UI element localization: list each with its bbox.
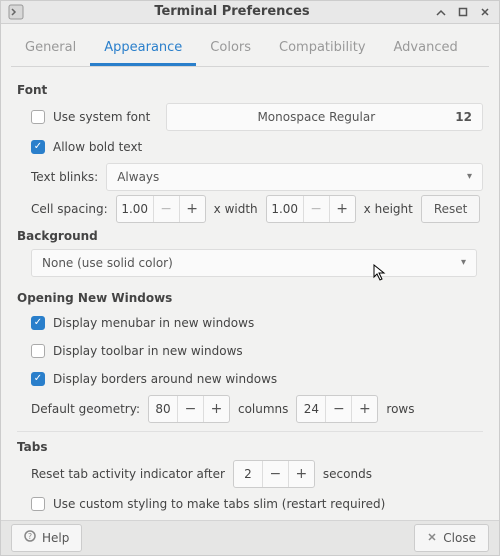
background-combo[interactable]: None (use solid color) ▾ bbox=[31, 249, 477, 277]
tab-colors[interactable]: Colors bbox=[196, 32, 265, 66]
tab-advanced[interactable]: Advanced bbox=[380, 32, 472, 66]
cell-height-value: 1.00 bbox=[267, 202, 303, 216]
section-font: Font bbox=[17, 83, 483, 97]
cell-height-spinner[interactable]: 1.00 − + bbox=[266, 195, 356, 223]
display-menubar-checkbox[interactable] bbox=[31, 316, 45, 330]
font-chooser-button[interactable]: Monospace Regular 12 bbox=[166, 103, 483, 131]
minimize-button[interactable] bbox=[433, 4, 449, 20]
row-use-system-font: Use system font Monospace Regular 12 bbox=[31, 103, 483, 131]
display-borders-label: Display borders around new windows bbox=[53, 372, 277, 386]
chevron-down-icon: ▾ bbox=[467, 171, 472, 182]
chevron-down-icon: ▾ bbox=[461, 257, 466, 268]
background-value: None (use solid color) bbox=[42, 256, 461, 270]
x-width-label: x width bbox=[214, 202, 258, 216]
use-system-font-label: Use system font bbox=[53, 110, 150, 124]
separator bbox=[17, 431, 483, 432]
reset-indicator-value: 2 bbox=[234, 467, 262, 481]
row-borders: Display borders around new windows bbox=[31, 367, 483, 391]
columns-spinner[interactable]: 80 − + bbox=[148, 395, 230, 423]
titlebar: Terminal Preferences bbox=[1, 1, 499, 24]
content-area: General Appearance Colors Compatibility … bbox=[1, 24, 499, 520]
tab-bar: General Appearance Colors Compatibility … bbox=[11, 32, 489, 67]
section-background: Background bbox=[17, 229, 483, 243]
rows-value: 24 bbox=[297, 402, 325, 416]
reset-indicator-plus[interactable]: + bbox=[288, 461, 314, 487]
row-cell-spacing: Cell spacing: 1.00 − + x width 1.00 − + … bbox=[31, 195, 483, 223]
cell-height-plus[interactable]: + bbox=[329, 196, 355, 222]
reset-indicator-label-pre: Reset tab activity indicator after bbox=[31, 467, 225, 481]
row-allow-bold: Allow bold text bbox=[31, 135, 483, 159]
cell-width-plus[interactable]: + bbox=[179, 196, 205, 222]
use-system-font-checkbox[interactable] bbox=[31, 110, 45, 124]
row-slim-tabs: Use custom styling to make tabs slim (re… bbox=[31, 492, 483, 516]
reset-indicator-label-post: seconds bbox=[323, 467, 372, 481]
row-toolbar: Display toolbar in new windows bbox=[31, 339, 483, 363]
cell-width-value: 1.00 bbox=[117, 202, 153, 216]
close-button[interactable] bbox=[477, 4, 493, 20]
close-icon bbox=[427, 531, 437, 545]
help-label: Help bbox=[42, 531, 69, 545]
row-reset-indicator: Reset tab activity indicator after 2 − +… bbox=[31, 460, 483, 488]
columns-value: 80 bbox=[149, 402, 177, 416]
cell-height-minus[interactable]: − bbox=[303, 196, 329, 222]
cell-width-spinner[interactable]: 1.00 − + bbox=[116, 195, 206, 223]
svg-text:?: ? bbox=[28, 532, 32, 541]
allow-bold-checkbox[interactable] bbox=[31, 140, 45, 154]
display-borders-checkbox[interactable] bbox=[31, 372, 45, 386]
slim-tabs-label: Use custom styling to make tabs slim (re… bbox=[53, 497, 385, 511]
app-icon bbox=[7, 3, 25, 21]
display-toolbar-label: Display toolbar in new windows bbox=[53, 344, 243, 358]
window-buttons bbox=[433, 4, 493, 20]
default-geometry-label: Default geometry: bbox=[31, 402, 140, 416]
text-blinks-label: Text blinks: bbox=[31, 170, 98, 184]
section-opening: Opening New Windows bbox=[17, 291, 483, 305]
footer: ? Help Close bbox=[1, 520, 499, 555]
tab-general[interactable]: General bbox=[11, 32, 90, 66]
close-dialog-button[interactable]: Close bbox=[414, 524, 489, 552]
preferences-window: Terminal Preferences General Appearance … bbox=[0, 0, 500, 556]
font-name: Monospace Regular bbox=[177, 110, 455, 124]
section-tabs: Tabs bbox=[17, 440, 483, 454]
columns-label: columns bbox=[238, 402, 288, 416]
reset-indicator-spinner[interactable]: 2 − + bbox=[233, 460, 315, 488]
slim-tabs-checkbox[interactable] bbox=[31, 497, 45, 511]
display-menubar-label: Display menubar in new windows bbox=[53, 316, 254, 330]
reset-indicator-minus[interactable]: − bbox=[262, 461, 288, 487]
help-button[interactable]: ? Help bbox=[11, 524, 82, 552]
row-menubar: Display menubar in new windows bbox=[31, 311, 483, 335]
allow-bold-label: Allow bold text bbox=[53, 140, 142, 154]
rows-spinner[interactable]: 24 − + bbox=[296, 395, 378, 423]
rows-minus[interactable]: − bbox=[325, 396, 351, 422]
font-size: 12 bbox=[455, 110, 472, 124]
columns-minus[interactable]: − bbox=[177, 396, 203, 422]
tab-compatibility[interactable]: Compatibility bbox=[265, 32, 380, 66]
columns-plus[interactable]: + bbox=[203, 396, 229, 422]
row-default-geometry: Default geometry: 80 − + columns 24 − + … bbox=[31, 395, 483, 423]
cell-width-minus[interactable]: − bbox=[153, 196, 179, 222]
maximize-button[interactable] bbox=[455, 4, 471, 20]
rows-label: rows bbox=[386, 402, 414, 416]
close-label: Close bbox=[443, 531, 476, 545]
row-text-blinks: Text blinks: Always ▾ bbox=[31, 163, 483, 191]
rows-plus[interactable]: + bbox=[351, 396, 377, 422]
cell-spacing-label: Cell spacing: bbox=[31, 202, 108, 216]
reset-cell-spacing-button[interactable]: Reset bbox=[421, 195, 481, 223]
x-height-label: x height bbox=[364, 202, 413, 216]
appearance-pane: Font Use system font Monospace Regular 1… bbox=[11, 67, 489, 520]
text-blinks-combo[interactable]: Always ▾ bbox=[106, 163, 483, 191]
tab-appearance[interactable]: Appearance bbox=[90, 32, 196, 66]
window-title: Terminal Preferences bbox=[31, 4, 433, 19]
text-blinks-value: Always bbox=[117, 170, 467, 184]
display-toolbar-checkbox[interactable] bbox=[31, 344, 45, 358]
help-icon: ? bbox=[24, 530, 36, 545]
